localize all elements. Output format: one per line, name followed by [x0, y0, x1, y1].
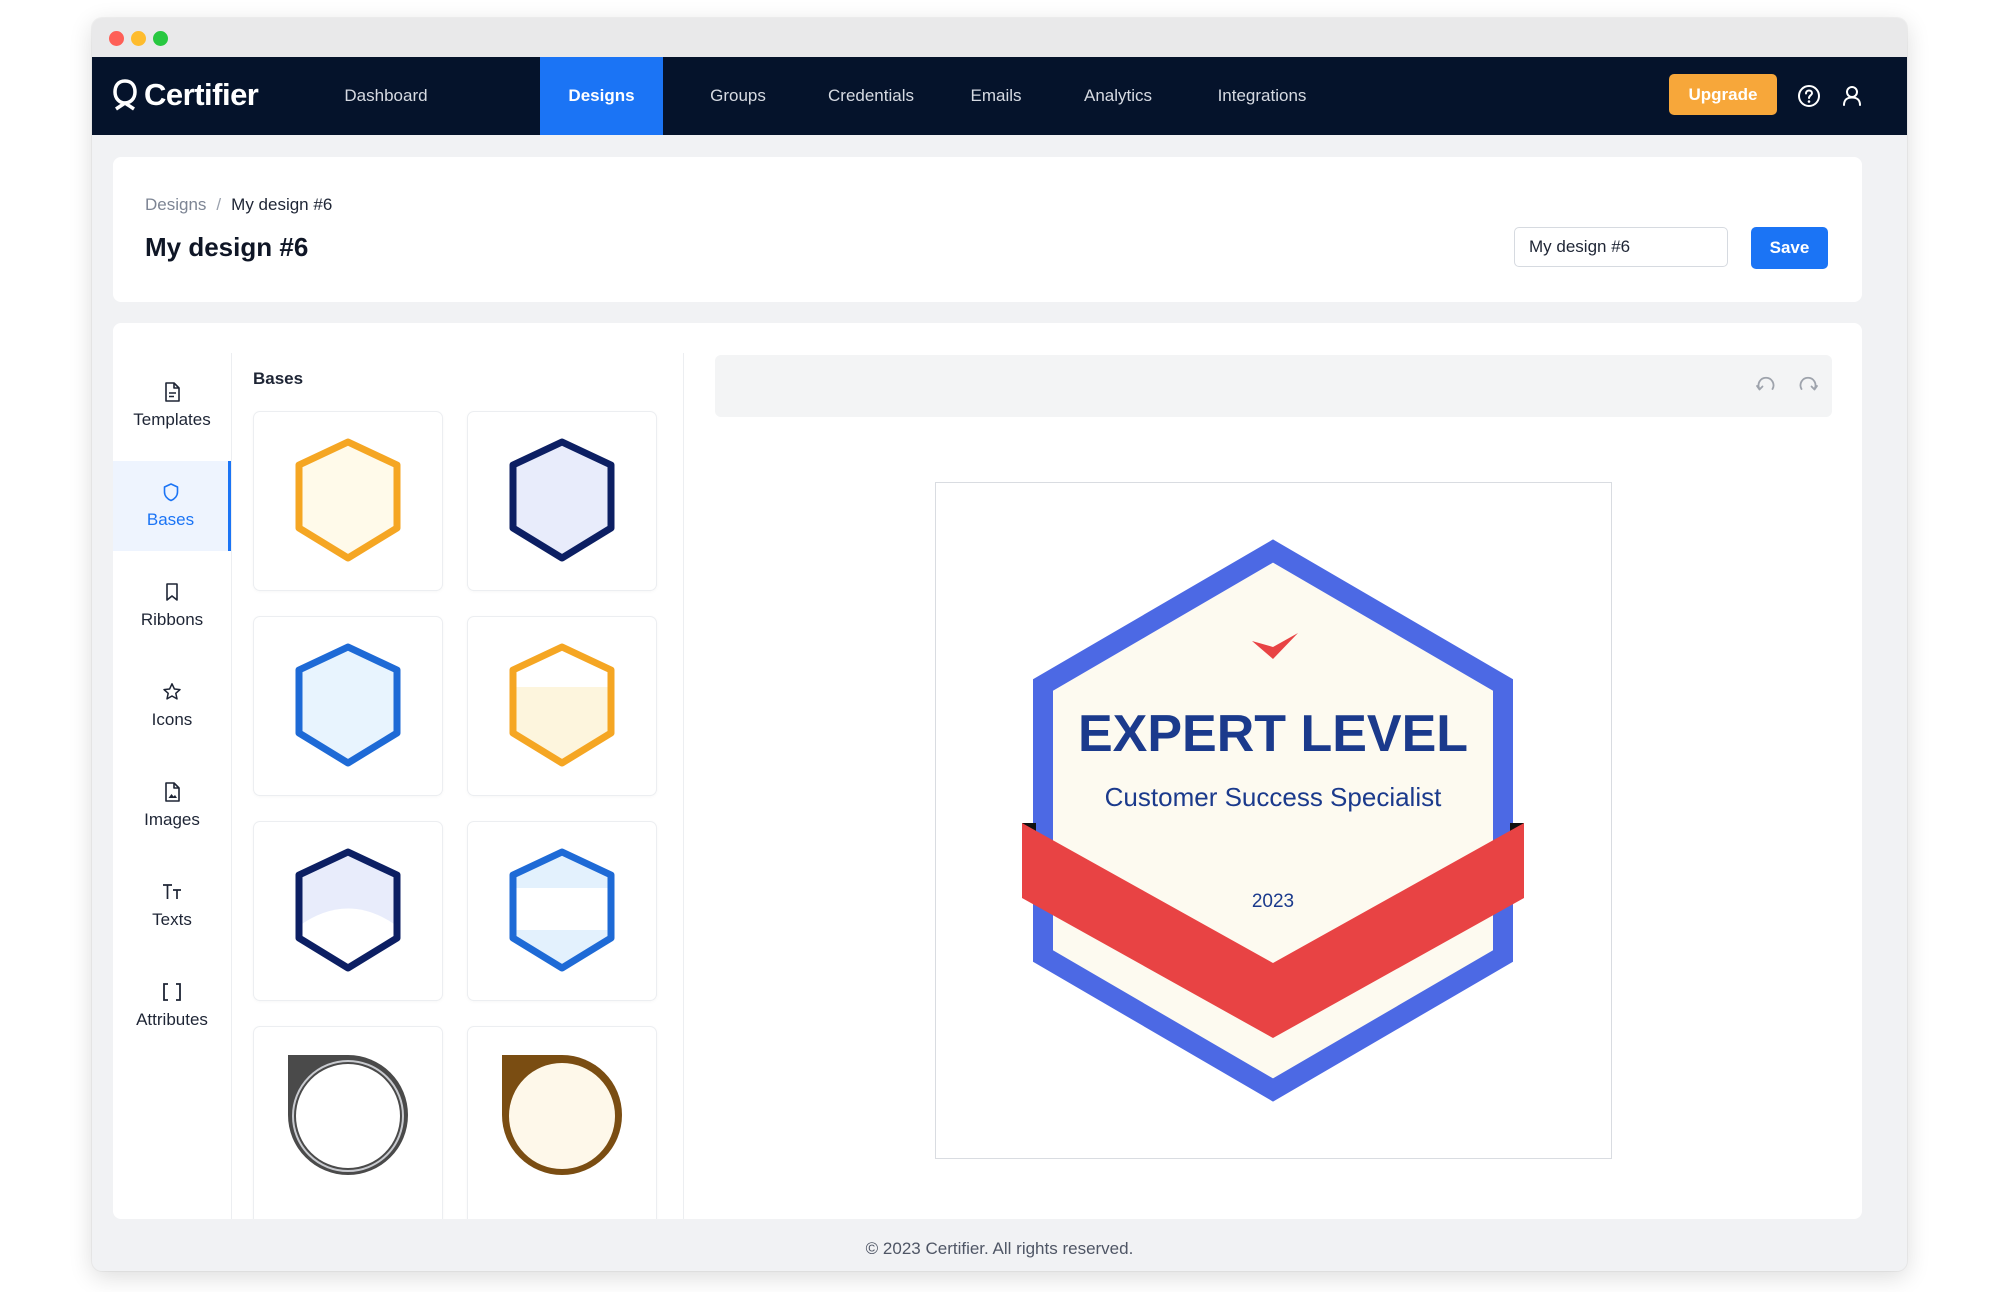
hexagon-base-navy-icon: [509, 438, 615, 562]
sidebar-item-label: Icons: [151, 710, 193, 729]
sidebar-item-label: Texts: [152, 910, 192, 929]
hexagon-base-blue-band-icon: [509, 848, 615, 972]
breadcrumb: Designs / My design #6: [145, 195, 332, 215]
base-tile-hexagon-navy[interactable]: [467, 411, 657, 591]
circle-base-gray-icon: [288, 1055, 408, 1175]
nav-credentials[interactable]: Credentials: [806, 57, 936, 135]
sidebar-item-label: Ribbons: [140, 610, 204, 629]
help-icon[interactable]: [1796, 83, 1822, 109]
certifier-logo-icon: [113, 79, 137, 111]
nav-designs[interactable]: Designs: [540, 57, 663, 135]
top-navbar: Certifier Dashboard Designs Groups Crede…: [92, 57, 1907, 135]
nav-analytics[interactable]: Analytics: [1063, 57, 1173, 135]
panel-divider: [683, 353, 684, 1219]
brackets-icon: [163, 983, 181, 1001]
hexagon-base-blue-icon: [295, 643, 401, 767]
base-tile-hexagon-navy-wave[interactable]: [253, 821, 443, 1001]
brand-name: Certifier: [144, 77, 259, 112]
certifier-logo[interactable]: Certifier: [112, 75, 259, 115]
badge-title: EXPERT LEVEL: [1078, 705, 1468, 763]
shield-icon: [163, 483, 178, 502]
redo-icon[interactable]: [1797, 375, 1819, 397]
page-title: My design #6: [145, 232, 309, 262]
save-button[interactable]: Save: [1751, 227, 1828, 269]
sidebar-item-templates[interactable]: Templates: [113, 361, 231, 451]
badge-subtitle: Customer Success Specialist: [1105, 782, 1442, 812]
browser-window: Certifier Dashboard Designs Groups Crede…: [92, 18, 1907, 1271]
sidebar-item-ribbons[interactable]: Ribbons: [113, 561, 231, 651]
design-editor: Templates Bases Ribbons Icons Images Tex…: [113, 323, 1862, 1219]
nav-emails[interactable]: Emails: [954, 57, 1038, 135]
design-name-input[interactable]: [1514, 227, 1728, 267]
undo-icon[interactable]: [1755, 375, 1777, 397]
base-tile-hexagon-blue-band[interactable]: [467, 821, 657, 1001]
sidebar-item-label: Attributes: [136, 1010, 208, 1029]
user-icon[interactable]: [1839, 83, 1865, 109]
base-tile-circle-gray[interactable]: [253, 1026, 443, 1219]
bases-panel: Bases: [253, 323, 673, 1219]
file-icon: [165, 382, 180, 402]
window-titlebar: [92, 18, 1907, 57]
hexagon-base-navy-wave-icon: [295, 848, 401, 972]
design-header: Designs / My design #6 My design #6 Save: [113, 157, 1862, 302]
upgrade-button[interactable]: Upgrade: [1669, 74, 1777, 115]
sidebar-item-label: Images: [144, 810, 200, 829]
sidebar-item-bases[interactable]: Bases: [113, 461, 231, 551]
badge-year: 2023: [1252, 891, 1294, 912]
base-tile-hexagon-orange-half[interactable]: [467, 616, 657, 796]
minimize-window-button[interactable]: [131, 31, 146, 46]
breadcrumb-designs-link[interactable]: Designs: [145, 195, 206, 214]
sidebar-item-icons[interactable]: Icons: [113, 661, 231, 751]
nav-dashboard[interactable]: Dashboard: [324, 57, 448, 135]
footer-copyright: © 2023 Certifier. All rights reserved.: [865, 1239, 1134, 1258]
circle-base-brown-icon: [502, 1055, 622, 1175]
sidebar-item-attributes[interactable]: Attributes: [113, 961, 231, 1051]
base-tile-circle-brown[interactable]: [467, 1026, 657, 1219]
close-window-button[interactable]: [109, 31, 124, 46]
sidebar-item-images[interactable]: Images: [113, 761, 231, 851]
text-icon: [163, 884, 181, 899]
sidebar-item-texts[interactable]: Texts: [113, 861, 231, 951]
sidebar-item-label: Templates: [133, 410, 211, 429]
expert-level-badge[interactable]: EXPERT LEVEL Customer Success Specialist…: [936, 483, 1611, 1158]
editor-sidebar: Templates Bases Ribbons Icons Images Tex…: [113, 323, 231, 1219]
sidebar-item-label: Bases: [146, 510, 195, 529]
image-file-icon: [165, 782, 180, 802]
base-tile-hexagon-orange[interactable]: [253, 411, 443, 591]
canvas-toolbar: [715, 355, 1832, 417]
base-tile-hexagon-blue[interactable]: [253, 616, 443, 796]
sidebar-divider: [231, 353, 232, 1219]
breadcrumb-separator: /: [216, 195, 222, 214]
nav-groups[interactable]: Groups: [689, 57, 787, 135]
bookmark-icon: [166, 583, 178, 601]
breadcrumb-current: My design #6: [231, 195, 333, 214]
hexagon-base-orange-half-icon: [509, 643, 615, 767]
star-icon: [163, 683, 181, 700]
maximize-window-button[interactable]: [153, 31, 168, 46]
bases-panel-title: Bases: [253, 369, 304, 388]
hexagon-base-orange-icon: [295, 438, 401, 562]
nav-integrations[interactable]: Integrations: [1195, 57, 1329, 135]
design-canvas[interactable]: EXPERT LEVEL Customer Success Specialist…: [935, 482, 1612, 1159]
